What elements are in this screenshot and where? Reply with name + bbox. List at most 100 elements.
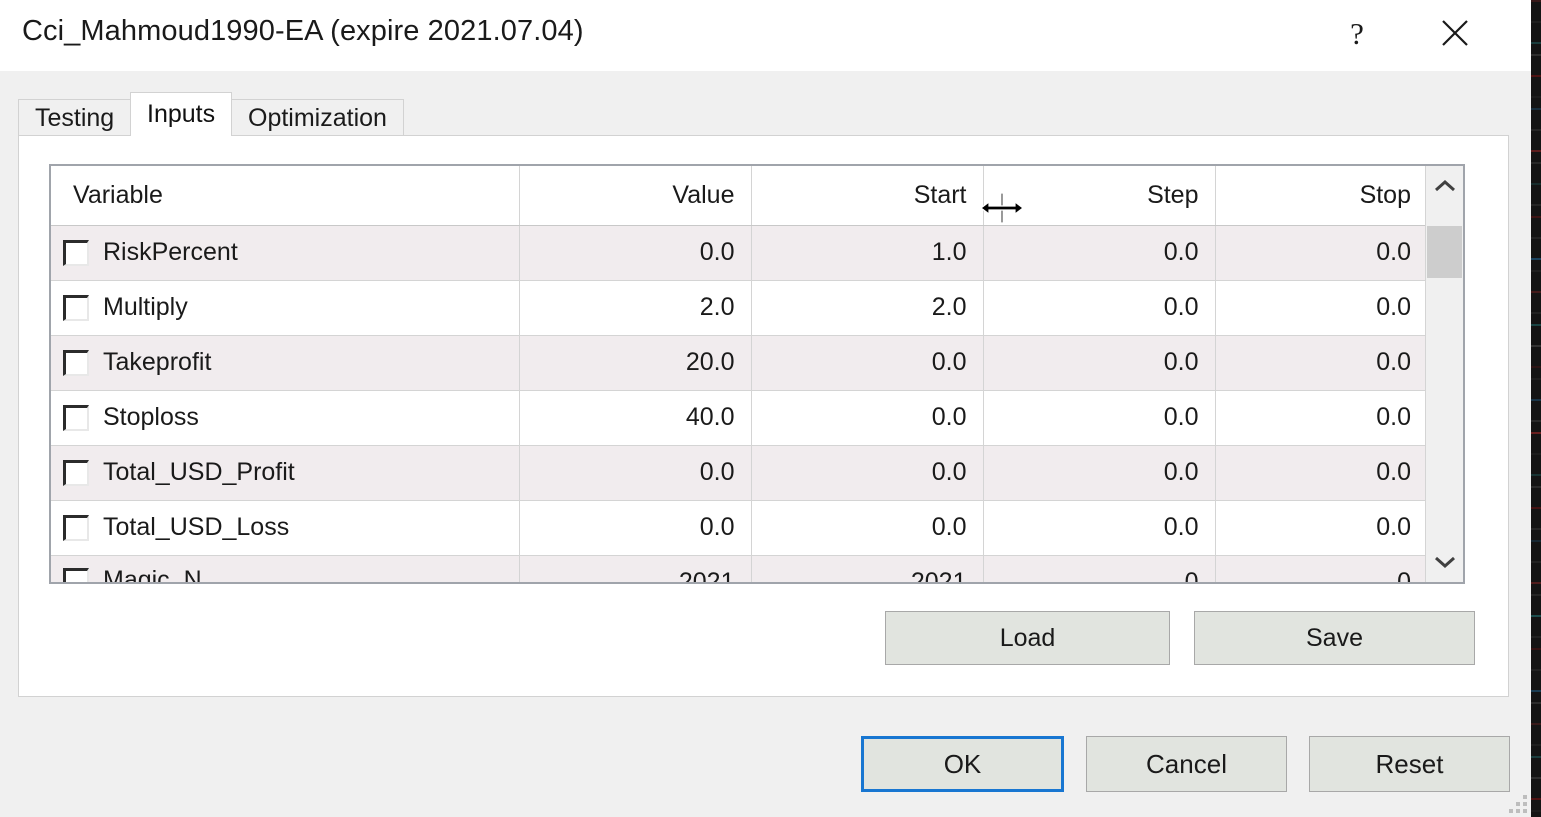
grid-scroll-view: Variable Value Start Step Stop RiskPerce… <box>51 166 1427 582</box>
table-row[interactable]: Total_USD_Profit0.00.00.00.0 <box>51 445 1427 500</box>
cell-variable[interactable]: Multiply <box>51 280 519 335</box>
column-header-step[interactable]: Step <box>983 166 1215 225</box>
cell-stop[interactable]: 0 <box>1215 555 1427 582</box>
chevron-up-icon <box>1433 178 1457 194</box>
table-header: Variable Value Start Step Stop <box>51 166 1427 225</box>
cell-variable[interactable]: Total_USD_Profit <box>51 445 519 500</box>
row-checkbox[interactable] <box>63 460 89 486</box>
table-row[interactable]: Magic_N2021202100 <box>51 555 1427 582</box>
variable-name: Takeprofit <box>103 350 211 375</box>
grid-vertical-scrollbar[interactable] <box>1425 166 1463 582</box>
dialog-body: Testing Inputs Optimization <box>0 71 1531 817</box>
cell-variable[interactable]: RiskPercent <box>51 225 519 280</box>
reset-button-label: Reset <box>1376 749 1444 780</box>
cell-step[interactable]: 0.0 <box>983 280 1215 335</box>
tab-inputs-label: Inputs <box>147 100 215 129</box>
chevron-down-icon <box>1433 554 1457 570</box>
close-button[interactable] <box>1415 0 1495 66</box>
table-row[interactable]: Total_USD_Loss0.00.00.00.0 <box>51 500 1427 555</box>
cell-stop[interactable]: 0.0 <box>1215 390 1427 445</box>
cell-step[interactable]: 0 <box>983 555 1215 582</box>
window-title: Cci_Mahmoud1990-EA (expire 2021.07.04) <box>22 15 584 48</box>
dialog-footer: OK Cancel Reset <box>0 719 1531 817</box>
tab-testing-label: Testing <box>35 104 114 133</box>
cell-stop[interactable]: 0.0 <box>1215 335 1427 390</box>
variable-name: Multiply <box>103 295 188 320</box>
cell-start[interactable]: 2.0 <box>751 280 983 335</box>
variable-name: RiskPercent <box>103 240 238 265</box>
save-button-label: Save <box>1306 624 1363 653</box>
row-checkbox[interactable] <box>63 515 89 541</box>
cell-start[interactable]: 2021 <box>751 555 983 582</box>
load-button-label: Load <box>1000 624 1056 653</box>
cell-value[interactable]: 2.0 <box>519 280 751 335</box>
ok-button[interactable]: OK <box>861 736 1064 792</box>
title-bar: Cci_Mahmoud1990-EA (expire 2021.07.04) ? <box>0 0 1531 72</box>
inputs-tab-panel: Variable Value Start Step Stop RiskPerce… <box>18 135 1509 697</box>
question-mark-icon: ? <box>1350 18 1364 49</box>
scrollbar-thumb[interactable] <box>1427 226 1462 278</box>
cell-value[interactable]: 0.0 <box>519 500 751 555</box>
variable-name: Total_USD_Profit <box>103 460 295 485</box>
cell-stop[interactable]: 0.0 <box>1215 445 1427 500</box>
cell-step[interactable]: 0.0 <box>983 335 1215 390</box>
row-checkbox[interactable] <box>63 350 89 376</box>
load-button[interactable]: Load <box>885 611 1170 665</box>
reset-button[interactable]: Reset <box>1309 736 1510 792</box>
row-checkbox[interactable] <box>63 568 89 583</box>
row-checkbox[interactable] <box>63 405 89 431</box>
inputs-grid: Variable Value Start Step Stop RiskPerce… <box>49 164 1465 584</box>
cell-start[interactable]: 1.0 <box>751 225 983 280</box>
cell-variable[interactable]: Stoploss <box>51 390 519 445</box>
cancel-button-label: Cancel <box>1146 749 1227 780</box>
cell-step[interactable]: 0.0 <box>983 445 1215 500</box>
table-row[interactable]: Stoploss40.00.00.00.0 <box>51 390 1427 445</box>
cell-value[interactable]: 0.0 <box>519 225 751 280</box>
cell-start[interactable]: 0.0 <box>751 335 983 390</box>
cancel-button[interactable]: Cancel <box>1086 736 1287 792</box>
row-checkbox[interactable] <box>63 295 89 321</box>
table-row[interactable]: Takeprofit20.00.00.00.0 <box>51 335 1427 390</box>
column-header-value[interactable]: Value <box>519 166 751 225</box>
save-button[interactable]: Save <box>1194 611 1475 665</box>
resize-grip[interactable] <box>1505 791 1527 813</box>
help-button[interactable]: ? <box>1317 0 1397 66</box>
cell-start[interactable]: 0.0 <box>751 500 983 555</box>
cell-stop[interactable]: 0.0 <box>1215 225 1427 280</box>
tab-inputs[interactable]: Inputs <box>130 92 232 136</box>
table-row[interactable]: RiskPercent0.01.00.00.0 <box>51 225 1427 280</box>
tab-testing[interactable]: Testing <box>18 99 131 136</box>
column-header-variable[interactable]: Variable <box>51 166 519 225</box>
cell-step[interactable]: 0.0 <box>983 500 1215 555</box>
variable-name: Magic_N <box>103 568 202 582</box>
scrollbar-up-button[interactable] <box>1426 166 1463 206</box>
cell-value[interactable]: 20.0 <box>519 335 751 390</box>
inputs-table: Variable Value Start Step Stop RiskPerce… <box>51 166 1427 582</box>
cell-variable[interactable]: Takeprofit <box>51 335 519 390</box>
cell-step[interactable]: 0.0 <box>983 225 1215 280</box>
cell-stop[interactable]: 0.0 <box>1215 500 1427 555</box>
table-body: RiskPercent0.01.00.00.0Multiply2.02.00.0… <box>51 225 1427 582</box>
cell-value[interactable]: 2021 <box>519 555 751 582</box>
table-row[interactable]: Multiply2.02.00.00.0 <box>51 280 1427 335</box>
cell-start[interactable]: 0.0 <box>751 390 983 445</box>
variable-name: Total_USD_Loss <box>103 515 289 540</box>
cell-variable[interactable]: Total_USD_Loss <box>51 500 519 555</box>
cell-start[interactable]: 0.0 <box>751 445 983 500</box>
tab-optimization-label: Optimization <box>248 104 387 133</box>
cell-value[interactable]: 0.0 <box>519 445 751 500</box>
variable-name: Stoploss <box>103 405 199 430</box>
cell-variable[interactable]: Magic_N <box>51 555 519 582</box>
tab-optimization[interactable]: Optimization <box>231 99 404 136</box>
scrollbar-down-button[interactable] <box>1426 542 1463 582</box>
background-app-strip <box>1531 0 1541 817</box>
column-header-stop[interactable]: Stop <box>1215 166 1427 225</box>
cell-stop[interactable]: 0.0 <box>1215 280 1427 335</box>
table-header-row: Variable Value Start Step Stop <box>51 166 1427 225</box>
column-header-start[interactable]: Start <box>751 166 983 225</box>
cell-step[interactable]: 0.0 <box>983 390 1215 445</box>
ok-button-label: OK <box>944 749 982 780</box>
cell-value[interactable]: 40.0 <box>519 390 751 445</box>
row-checkbox[interactable] <box>63 240 89 266</box>
expert-properties-dialog: Cci_Mahmoud1990-EA (expire 2021.07.04) ?… <box>0 0 1531 817</box>
